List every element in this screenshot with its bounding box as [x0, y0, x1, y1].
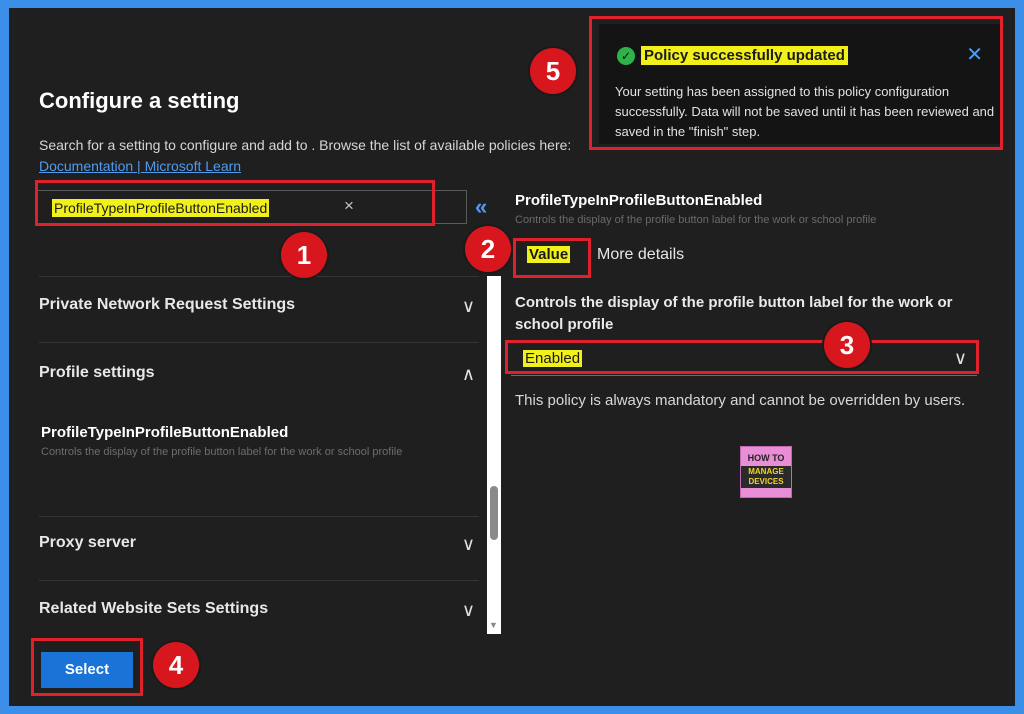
divider — [39, 276, 479, 277]
category-profile-settings[interactable]: Profile settings ∧ — [39, 364, 479, 388]
category-label: Profile settings — [39, 364, 155, 381]
category-label: Proxy server — [39, 534, 136, 551]
scroll-down-icon[interactable]: ▼ — [489, 620, 498, 630]
setting-item-name[interactable]: ProfileTypeInProfileButtonEnabled — [41, 424, 288, 441]
field-label: Controls the display of the profile butt… — [515, 294, 953, 333]
check-circle-icon: ✓ — [617, 47, 635, 65]
search-value: ProfileTypeInProfileButtonEnabled — [52, 199, 270, 217]
category-related-website-sets[interactable]: Related Website Sets Settings ∨ — [39, 600, 479, 624]
select-button[interactable]: Select — [41, 652, 133, 688]
collapse-pane-icon[interactable]: « — [475, 194, 487, 220]
annotation-badge-5: 5 — [530, 48, 576, 94]
clear-icon[interactable]: × — [344, 196, 354, 216]
search-input[interactable]: ProfileTypeInProfileButtonEnabled × — [37, 190, 467, 224]
success-toast: ✓ Policy successfully updated ✕ Your set… — [599, 24, 1001, 144]
close-icon[interactable]: ✕ — [966, 42, 983, 67]
annotation-badge-1: 1 — [281, 232, 327, 278]
annotation-badge-3: 3 — [824, 322, 870, 368]
annotation-badge-4: 4 — [153, 642, 199, 688]
toast-body: Your setting has been assigned to this p… — [615, 84, 995, 139]
detail-subtitle: Controls the display of the profile butt… — [515, 214, 877, 226]
annotation-badge-2: 2 — [465, 226, 511, 272]
dropdown-value: Enabled — [523, 350, 583, 367]
scrollbar-track[interactable] — [487, 276, 501, 634]
category-label: Private Network Request Settings — [39, 296, 296, 313]
divider — [39, 342, 479, 343]
logo-line2: MANAGE DEVICES — [741, 466, 791, 488]
detail-title: ProfileTypeInProfileButtonEnabled — [515, 192, 763, 209]
page-title: Configure a setting — [39, 88, 240, 113]
configure-setting-panel: Configure a setting Search for a setting… — [9, 8, 1015, 706]
divider — [39, 516, 479, 517]
toast-title: Policy successfully updated — [641, 46, 848, 65]
documentation-link[interactable]: Documentation | Microsoft Learn — [39, 158, 241, 174]
howto-logo: HOW TO MANAGE DEVICES — [740, 446, 792, 498]
chevron-down-icon: ∨ — [461, 600, 475, 620]
chevron-down-icon: ∨ — [461, 296, 475, 316]
tab-more-details[interactable]: More details — [597, 246, 684, 264]
chevron-down-icon: ∨ — [953, 348, 967, 368]
logo-line1: HOW TO — [747, 453, 785, 463]
setting-item-description: Controls the display of the profile butt… — [41, 446, 403, 458]
category-label: Related Website Sets Settings — [39, 600, 269, 617]
chevron-up-icon: ∧ — [461, 364, 475, 384]
chevron-down-icon: ∨ — [461, 534, 475, 554]
policy-note: This policy is always mandatory and cann… — [515, 392, 966, 409]
category-private-network[interactable]: Private Network Request Settings ∨ — [39, 296, 479, 320]
tab-value[interactable]: Value — [527, 246, 571, 263]
divider — [39, 580, 479, 581]
value-dropdown[interactable]: Enabled ∨ — [511, 342, 977, 376]
scrollbar-thumb[interactable] — [490, 486, 498, 540]
category-proxy-server[interactable]: Proxy server ∨ — [39, 534, 479, 558]
